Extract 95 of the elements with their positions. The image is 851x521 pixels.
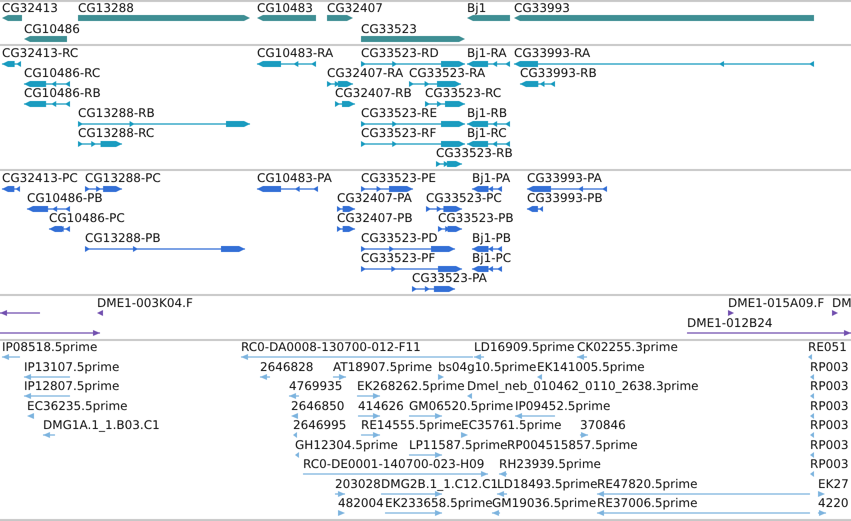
feature-label: CG32413-RC: [2, 47, 78, 60]
feature-label: AT18907.5prime: [333, 360, 432, 374]
feature-label: CG33523-PC: [426, 192, 502, 205]
feature-label: LP11587.5prime: [409, 438, 508, 452]
feature-label: CG32407-RA: [327, 67, 404, 80]
feature-label: CK02255.3prime: [577, 341, 678, 354]
feature-label: 4769935: [289, 380, 342, 393]
feature-label: CG33993-RB: [520, 67, 597, 80]
feature-label: IP12807.5prime: [24, 380, 120, 393]
feature-label: Dmel_neb_010462_0110_2638.3prime: [467, 380, 699, 393]
feature-label: Bj1-PA: [472, 172, 510, 185]
feature-label: 2646850: [291, 400, 344, 412]
feature-label: RP003: [810, 458, 848, 471]
feature-label: EK268262.5prime: [357, 380, 465, 393]
feature-label: IP09452.5prime: [515, 400, 610, 412]
feature-label: RP003: [810, 380, 848, 393]
feature-label: CG33523-PD: [361, 232, 438, 245]
feature-label: Bj1-RC: [467, 127, 507, 140]
feature-label: DME1-003K04.F: [97, 297, 193, 310]
feature-label: DMG1A.1_1.B03.C1: [43, 419, 160, 432]
feature-label: CG10483: [257, 2, 313, 15]
feature-label: Bj1: [467, 2, 486, 15]
feature-label: RE14555.5prime: [361, 419, 462, 432]
feature-label: LD16909.5prime: [474, 341, 575, 354]
feature-label: CG33523: [361, 23, 417, 36]
feature-label: CG32407-PB: [337, 212, 413, 225]
feature-label: CG13288-PB: [85, 232, 161, 245]
feature-label: 2646995: [293, 419, 346, 432]
feature-label: CG33993: [514, 2, 570, 15]
feature-label: CG33523-RC: [425, 87, 502, 100]
feature-label: 482004: [338, 497, 384, 510]
feature-label: IP13107.5prime: [24, 360, 120, 374]
feature-label: DM: [832, 297, 851, 310]
feature-label: RC0-DA0008-130700-012-F11: [241, 341, 421, 354]
feature-label: CG10486-PC: [49, 212, 125, 225]
feature-label: 414626: [358, 400, 404, 412]
feature-label: 4220: [818, 497, 849, 510]
feature-label: EK27: [818, 478, 849, 490]
feature-label: Bj1-RA: [467, 47, 507, 60]
feature-label: CG33993-PA: [527, 172, 602, 185]
feature-label: CG10486: [24, 23, 80, 36]
feature-label: DME1-015A09.F: [728, 297, 824, 310]
feature-label: CG33523-PB: [438, 212, 514, 225]
feature-label: CG32407-PA: [337, 192, 412, 205]
feature-label: CG33523-PA: [412, 272, 487, 285]
feature-label: bs04g10.5prime: [438, 360, 536, 374]
feature-label: GM06520.5prime: [409, 400, 514, 412]
feature-label: 370846: [580, 419, 626, 432]
feature-label: RE37006.5prime: [597, 497, 698, 510]
feature-label: EK141005.5prime: [537, 360, 645, 374]
feature-label: CG10486-RC: [24, 67, 100, 80]
feature-label: CG10486-PB: [27, 192, 103, 205]
feature-label: CG32413: [2, 2, 58, 15]
feature-label: 2646828: [260, 360, 314, 374]
feature-label: CG33523-RB: [436, 147, 513, 160]
feature-label: RP003: [810, 400, 848, 412]
feature-label: GM19036.5prime: [492, 497, 596, 510]
feature-label: 203028: [335, 478, 381, 490]
feature-label: EK233658.5prime: [385, 497, 493, 510]
feature-label: Bj1-PB: [472, 232, 511, 245]
feature-label: CG33523-RF: [361, 127, 436, 140]
feature-label: CG33523-RA: [409, 67, 486, 80]
feature-label: GH12304.5prime: [295, 438, 398, 452]
feature-label: EC36235.5prime: [27, 400, 128, 412]
feature-label: CG33523-RD: [361, 47, 439, 60]
feature-label: Bj1-PC: [472, 252, 512, 265]
feature-label: CG33993-RA: [514, 47, 590, 60]
feature-label: IP08518.5prime: [2, 341, 98, 354]
feature-label: RP003: [810, 360, 848, 374]
feature-label: RP003: [810, 419, 848, 432]
feature-label: Bj1-RB: [467, 107, 508, 120]
feature-label: RC0-DE0001-140700-023-H09: [303, 458, 484, 471]
feature-label: RE47820.5prime: [597, 478, 698, 490]
feature-label: CG32407: [327, 2, 383, 15]
feature-label: CG10483-RA: [257, 47, 334, 60]
feature-label: CG13288-PC: [85, 172, 161, 185]
feature-label: RP003: [810, 438, 848, 452]
feature-label: DMG2B.1_1.C12.C1: [381, 478, 498, 490]
feature-label: RH23939.5prime: [499, 458, 601, 471]
feature-label: RE051: [808, 341, 847, 354]
feature-label: CG33523-PE: [361, 172, 436, 185]
feature-label: CG13288-RC: [78, 127, 154, 140]
feature-label: LD18493.5prime: [497, 478, 598, 490]
feature-label: CG33523-PF: [361, 252, 436, 265]
feature-label: CG32407-RB: [335, 87, 412, 100]
feature-label: CG13288: [78, 2, 134, 15]
feature-label: CG33993-PB: [527, 192, 603, 205]
feature-label: CG10486-RB: [24, 87, 101, 100]
feature-label: CG32413-PC: [2, 172, 78, 185]
feature-label: EC35761.5prime: [461, 419, 562, 432]
feature-label: DME1-012B24: [687, 317, 773, 330]
feature-label: RP004515857.5prime: [507, 438, 638, 452]
feature-label: CG10483-PA: [257, 172, 332, 185]
feature-label: CG13288-RB: [78, 107, 155, 120]
feature-label: CG33523-RE: [361, 107, 438, 120]
